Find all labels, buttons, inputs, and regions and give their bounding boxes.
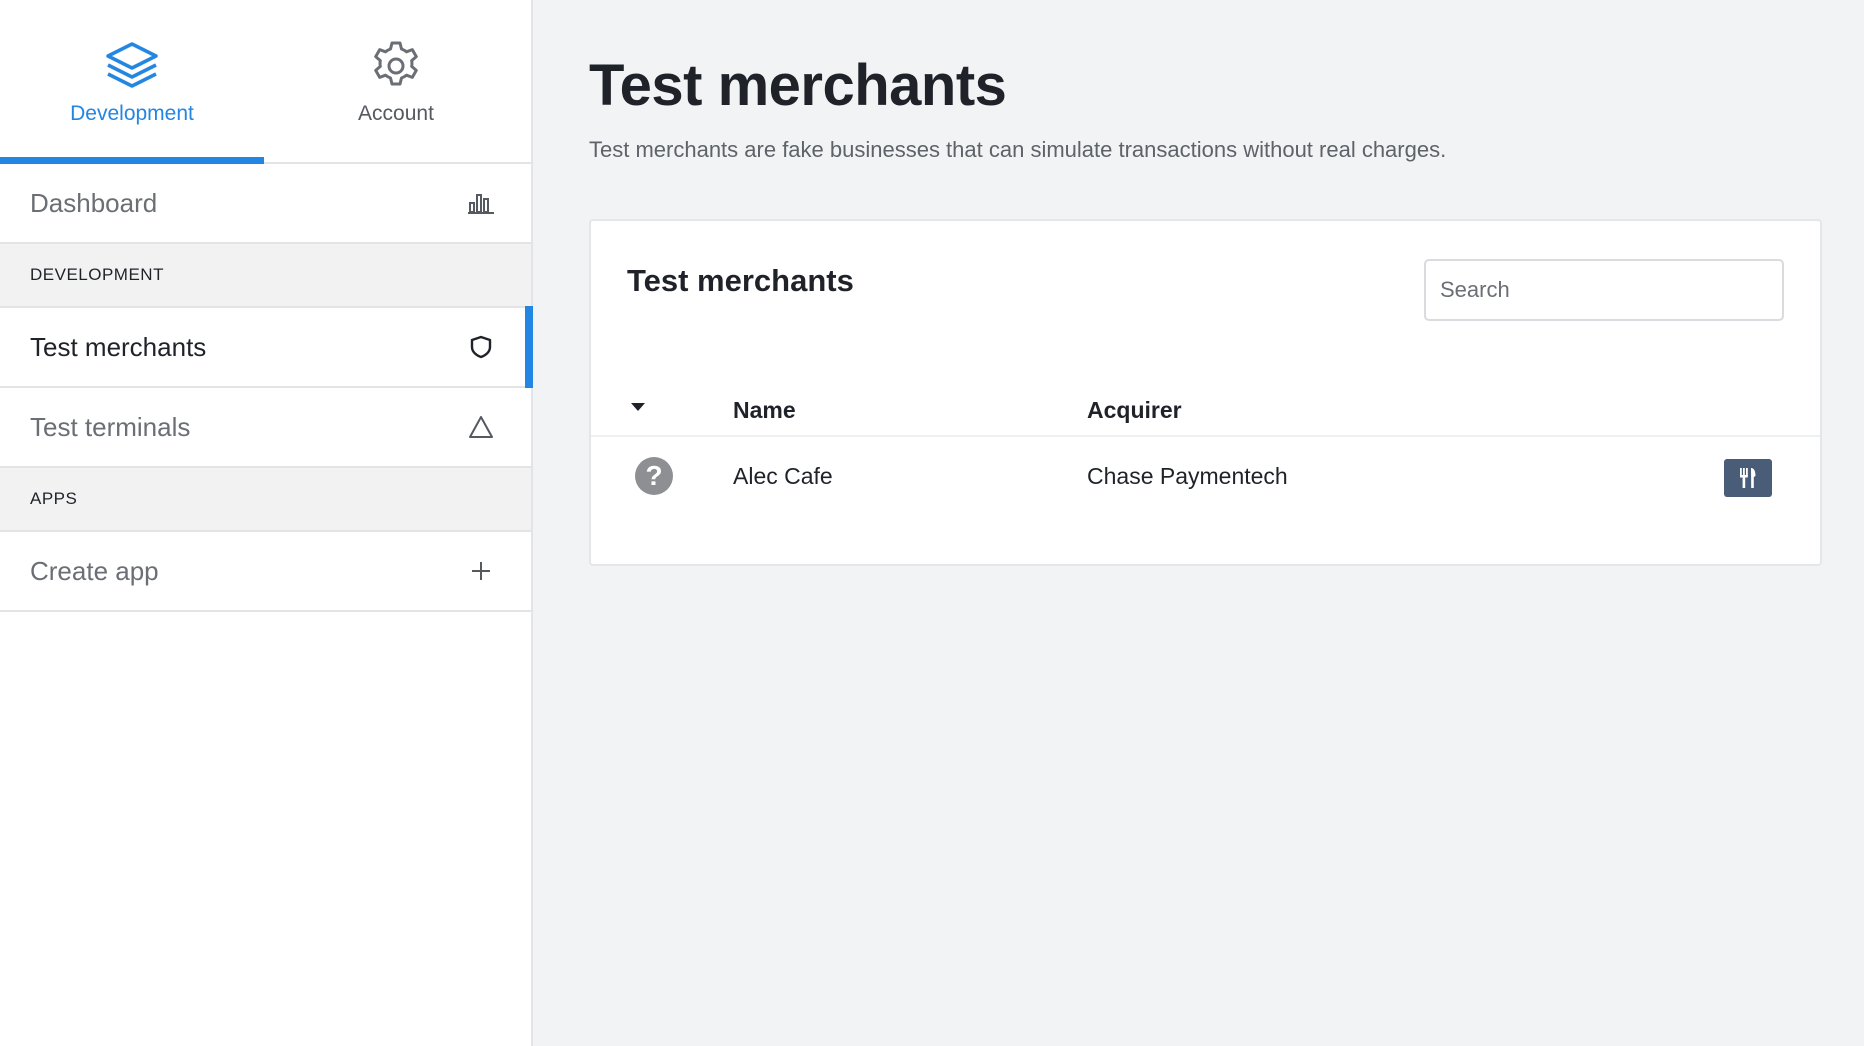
fork-knife-icon[interactable]	[1724, 459, 1772, 497]
page-subtitle: Test merchants are fake businesses that …	[589, 137, 1447, 162]
sort-caret-icon[interactable]	[631, 403, 645, 411]
triangle-icon	[467, 413, 495, 441]
page-title: Test merchants	[589, 53, 1007, 118]
top-tabs: Development Account	[0, 0, 531, 164]
search-input[interactable]	[1424, 259, 1784, 321]
tab-account[interactable]: Account	[264, 0, 528, 162]
sidebar-item-label: Test terminals	[30, 411, 191, 442]
card-title: Test merchants	[627, 263, 854, 298]
bar-chart-icon	[467, 189, 495, 217]
merchants-card: Test merchants Name Acquirer ? Alec Cafe…	[589, 219, 1822, 566]
app-root: Development Account Dashboard DEVELOPMEN…	[0, 0, 1864, 1046]
sidebar-item-dashboard[interactable]: Dashboard	[0, 164, 531, 244]
sidebar-item-test-terminals[interactable]: Test terminals	[0, 388, 531, 468]
table-header: Name Acquirer	[591, 381, 1820, 437]
active-tab-indicator	[0, 157, 264, 164]
sidebar-item-create-app[interactable]: Create app	[0, 532, 531, 612]
main-content: Test merchants Test merchants are fake b…	[533, 0, 1864, 1046]
gear-icon	[368, 38, 424, 94]
sidebar: Development Account Dashboard DEVELOPMEN…	[0, 0, 533, 1046]
question-circle-icon: ?	[635, 457, 673, 495]
section-header-apps: APPS	[0, 468, 531, 532]
merchant-acquirer: Chase Paymentech	[1087, 463, 1288, 489]
sidebar-item-test-merchants[interactable]: Test merchants	[0, 306, 533, 388]
tab-account-label: Account	[358, 102, 434, 125]
column-header-name[interactable]: Name	[733, 397, 796, 424]
tab-development[interactable]: Development	[0, 0, 264, 162]
plus-icon	[467, 557, 495, 585]
column-header-acquirer[interactable]: Acquirer	[1087, 397, 1182, 424]
merchant-name: Alec Cafe	[733, 463, 833, 489]
layers-icon	[104, 38, 160, 94]
shield-icon	[467, 333, 495, 361]
sidebar-item-label: Test merchants	[30, 331, 207, 362]
table-row[interactable]: ? Alec Cafe Chase Paymentech	[591, 439, 1820, 515]
sidebar-item-label: Create app	[30, 555, 159, 586]
section-header-development: DEVELOPMENT	[0, 244, 531, 308]
sidebar-item-label: Dashboard	[30, 187, 158, 218]
tab-development-label: Development	[70, 102, 194, 125]
